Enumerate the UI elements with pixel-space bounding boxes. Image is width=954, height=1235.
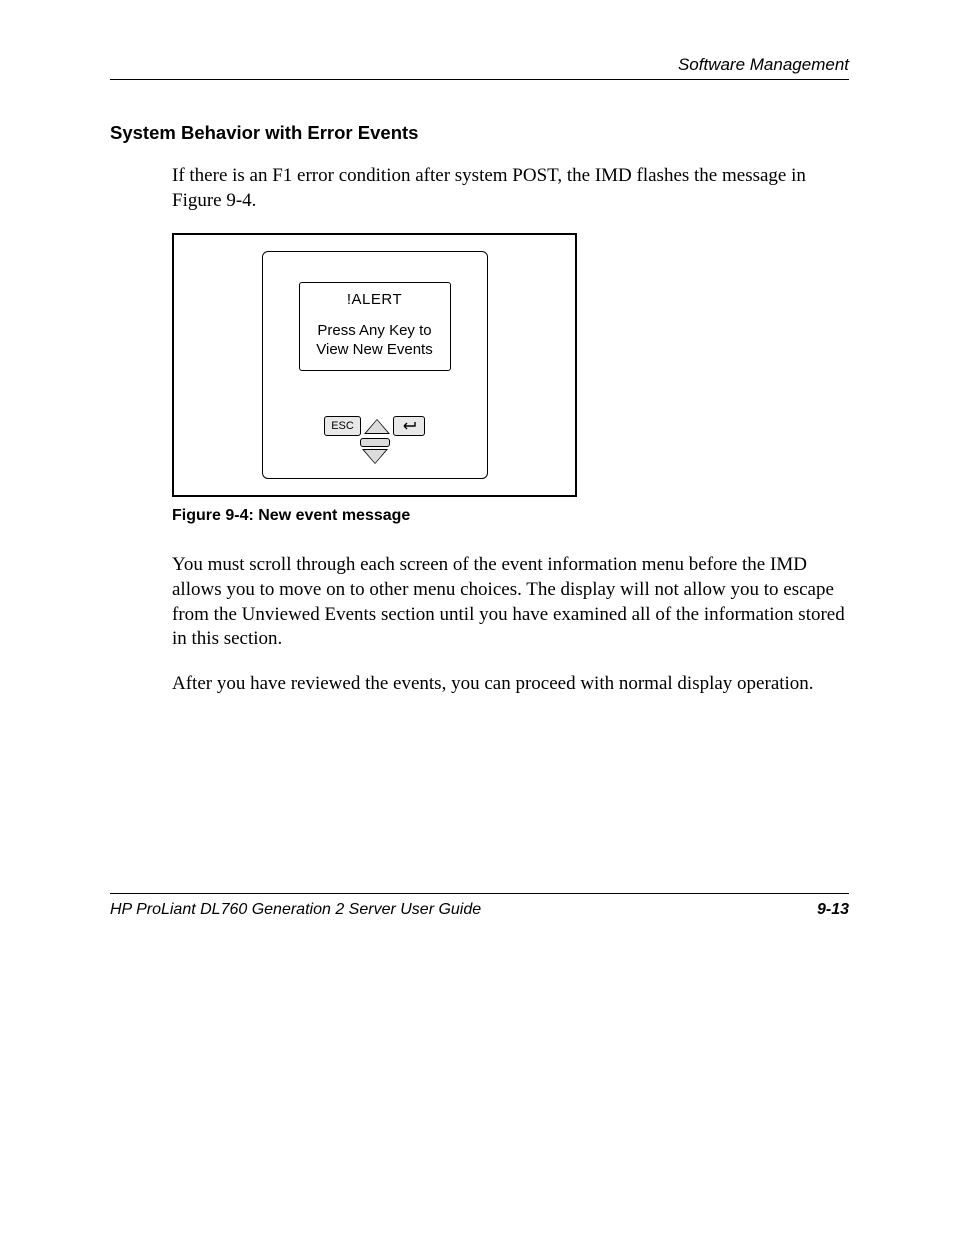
imd-screen: !ALERT Press Any Key to View New Events — [299, 282, 451, 370]
figure-caption: Figure 9-4: New event message — [172, 507, 849, 525]
body-paragraph-3: After you have reviewed the events, you … — [172, 672, 849, 697]
alert-line: !ALERT — [304, 291, 446, 310]
msg-line-2: View New Events — [304, 341, 446, 360]
msg-line-1: Press Any Key to — [304, 322, 446, 341]
footer-rule — [110, 893, 849, 895]
running-title: Software Management — [678, 55, 849, 74]
body-paragraph-1: If there is an F1 error condition after … — [172, 164, 849, 213]
enter-button[interactable] — [393, 416, 425, 436]
figure-frame: !ALERT Press Any Key to View New Events … — [172, 233, 577, 497]
enter-icon — [400, 419, 418, 433]
esc-button[interactable]: ESC — [324, 416, 361, 436]
page-footer: HP ProLiant DL760 Generation 2 Server Us… — [110, 893, 849, 919]
select-bar-button[interactable] — [360, 438, 390, 447]
body-paragraph-2: You must scroll through each screen of t… — [172, 553, 849, 652]
esc-label: ESC — [331, 420, 354, 432]
down-arrow-button[interactable] — [362, 449, 388, 464]
footer-page-number: 9-13 — [817, 901, 849, 919]
footer-doc-title: HP ProLiant DL760 Generation 2 Server Us… — [110, 901, 481, 919]
imd-controls: ESC — [263, 416, 487, 464]
figure-9-4: !ALERT Press Any Key to View New Events … — [172, 233, 849, 497]
running-header: Software Management — [110, 55, 849, 80]
imd-device: !ALERT Press Any Key to View New Events … — [262, 251, 488, 479]
section-heading: System Behavior with Error Events — [110, 122, 849, 144]
up-arrow-button[interactable] — [364, 419, 390, 434]
